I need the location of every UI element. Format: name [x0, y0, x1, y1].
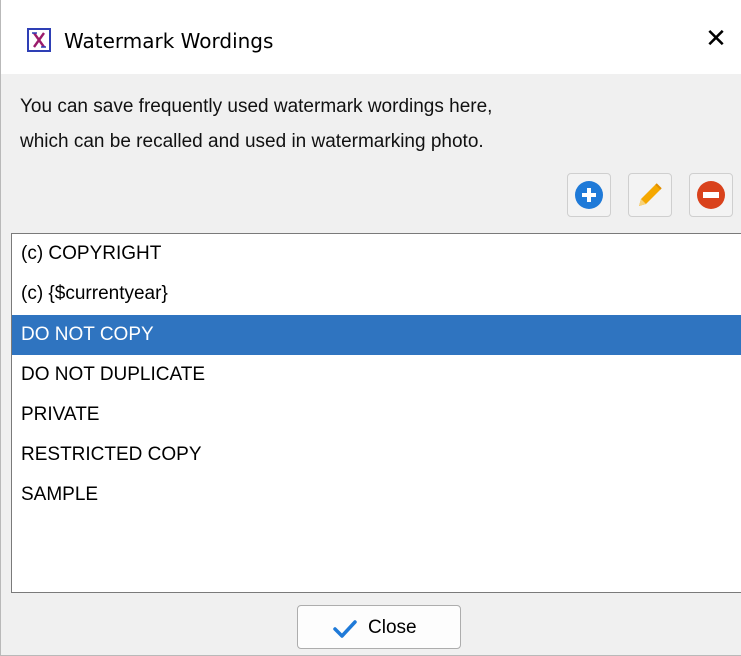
close-button[interactable]: Close: [297, 605, 461, 649]
description-line: You can save frequently used watermark w…: [20, 96, 493, 117]
add-wording-button[interactable]: [567, 173, 611, 217]
dialog-window: Watermark Wordings ✕ You can save freque…: [0, 0, 741, 656]
wordings-list[interactable]: (c) COPYRIGHT (c) {$currentyear} DO NOT …: [11, 233, 741, 593]
x-logo-icon: [27, 28, 51, 52]
list-item[interactable]: SAMPLE: [12, 475, 741, 515]
list-item[interactable]: PRIVATE: [12, 395, 741, 435]
title-bar: Watermark Wordings ✕: [1, 0, 741, 74]
window-title: Watermark Wordings: [64, 29, 274, 53]
edit-wording-button[interactable]: [628, 173, 672, 217]
list-item-selected[interactable]: DO NOT COPY: [12, 315, 741, 355]
remove-wording-button[interactable]: [689, 173, 733, 217]
close-icon[interactable]: ✕: [701, 24, 731, 54]
list-item[interactable]: (c) COPYRIGHT: [12, 234, 741, 274]
list-item[interactable]: RESTRICTED COPY: [12, 435, 741, 475]
list-item[interactable]: DO NOT DUPLICATE: [12, 355, 741, 395]
description: You can save frequently used watermark w…: [20, 89, 492, 159]
list-item[interactable]: (c) {$currentyear}: [12, 274, 741, 314]
description-line: which can be recalled and used in waterm…: [20, 131, 484, 152]
close-button-label: Close: [368, 617, 417, 638]
